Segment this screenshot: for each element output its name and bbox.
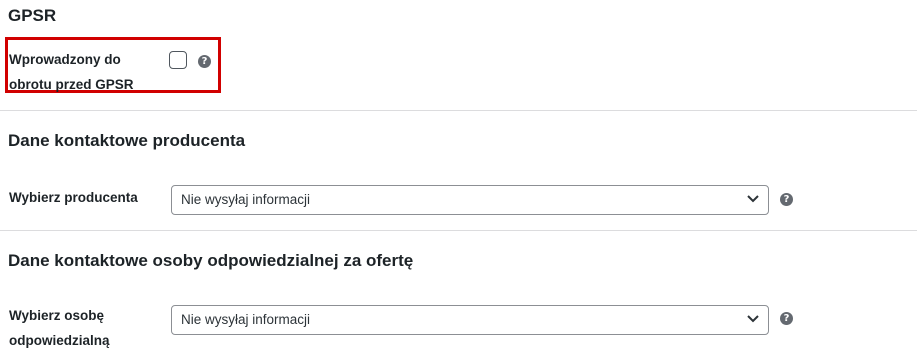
help-icon[interactable]: ? — [780, 193, 793, 206]
gpsr-section-title: GPSR — [8, 6, 57, 25]
divider — [0, 110, 917, 111]
responsible-select-label: Wybierz osobę odpowiedzialną — [9, 303, 110, 353]
gpsr-checkbox-label-line1: Wprowadzony do — [9, 52, 121, 67]
chevron-down-icon — [747, 195, 759, 203]
responsible-select[interactable]: Nie wysyłaj informacji — [171, 305, 769, 335]
gpsr-checkbox-label-line2: obrotu przed GPSR — [9, 77, 134, 92]
manufacturer-select-label: Wybierz producenta — [9, 190, 138, 205]
help-icon[interactable]: ? — [780, 312, 793, 325]
chevron-down-icon — [747, 315, 759, 323]
manufacturer-select[interactable]: Nie wysyłaj informacji — [171, 185, 769, 215]
responsible-select-label-line2: odpowiedzialną — [9, 333, 110, 348]
responsible-select-value: Nie wysyłaj informacji — [181, 312, 311, 327]
manufacturer-select-value: Nie wysyłaj informacji — [181, 192, 311, 207]
responsible-section-title: Dane kontaktowe osoby odpowiedzialnej za… — [8, 251, 414, 270]
gpsr-checkbox[interactable] — [169, 51, 187, 69]
responsible-select-label-line1: Wybierz osobę — [9, 308, 105, 323]
help-icon[interactable]: ? — [198, 55, 211, 68]
gpsr-checkbox-label: Wprowadzony do obrotu przed GPSR — [9, 47, 134, 97]
manufacturer-section-title: Dane kontaktowe producenta — [8, 131, 246, 150]
divider — [0, 230, 917, 231]
